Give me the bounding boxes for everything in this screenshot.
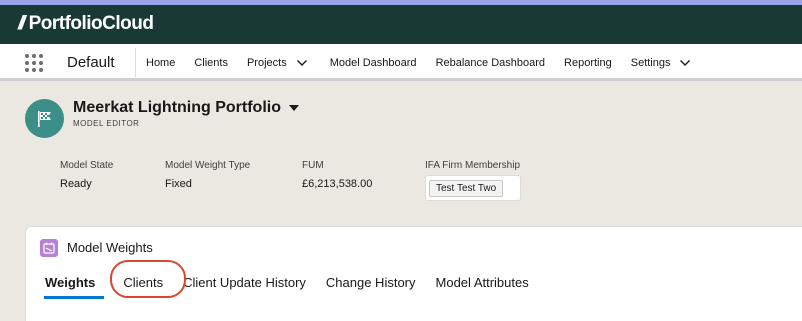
nav-item-rebalance-dashboard[interactable]: Rebalance Dashboard [436, 57, 545, 69]
calendar-icon [40, 239, 58, 257]
nav-item-label: Settings [630, 56, 671, 69]
nav-divider [135, 48, 136, 77]
field-value: Fixed [165, 178, 192, 190]
portfoliocloud-logo[interactable]: // PortfolioCloud [18, 12, 154, 36]
app-launcher-icon[interactable] [25, 54, 43, 72]
nav-item-home[interactable]: Home [146, 57, 175, 69]
nav-item-label: Home [146, 56, 176, 69]
field-label: Model Weight Type [165, 160, 251, 171]
nav-items: Home Clients Projects Model Dashboard Re… [146, 44, 713, 81]
app-name: Default [67, 54, 115, 71]
logo-text: PortfolioCloud [28, 13, 154, 34]
brand-bar: // PortfolioCloud [0, 5, 802, 44]
field-ifa-firm-membership: IFA Firm Membership Test Test Two [425, 160, 521, 201]
nav-item-settings[interactable]: Settings [631, 57, 692, 69]
record-title-text: Meerkat Lightning Portfolio [73, 99, 281, 116]
tab-change-history[interactable]: Change History [326, 267, 416, 299]
nav-item-model-dashboard[interactable]: Model Dashboard [330, 57, 417, 69]
chevron-down-icon[interactable] [679, 57, 691, 69]
field-value: Ready [60, 178, 92, 190]
membership-pill[interactable]: Test Test Two [429, 180, 504, 197]
tab-client-update-history[interactable]: Client Update History [183, 267, 306, 299]
field-fum: FUM £6,213,538.00 [302, 160, 372, 190]
nav-item-reporting[interactable]: Reporting [564, 57, 612, 69]
tab-model-attributes[interactable]: Model Attributes [436, 267, 529, 299]
field-label: IFA Firm Membership [425, 160, 521, 171]
global-navigation-bar: Default Home Clients Projects Model Dash… [0, 44, 802, 81]
card-title: Model Weights [67, 240, 153, 255]
field-label: Model State [60, 160, 114, 171]
nav-item-label: Projects [246, 56, 287, 69]
nav-item-clients[interactable]: Clients [194, 57, 228, 69]
nav-item-projects[interactable]: Projects [247, 57, 308, 69]
field-value: £6,213,538.00 [302, 178, 373, 190]
flag-icon [25, 99, 64, 138]
record-header: Meerkat Lightning Portfolio MODEL EDITOR… [0, 84, 802, 224]
logo-slash: // [18, 13, 25, 34]
caret-down-icon[interactable] [289, 105, 299, 111]
nav-item-label: Reporting [564, 56, 612, 69]
chevron-down-icon[interactable] [296, 57, 308, 69]
field-model-weight-type: Model Weight Type Fixed [165, 160, 250, 190]
nav-item-label: Rebalance Dashboard [435, 56, 546, 69]
record-subtitle: MODEL EDITOR [73, 119, 140, 128]
membership-box: Test Test Two [425, 175, 521, 201]
clients-tab-highlight [110, 260, 186, 298]
record-title[interactable]: Meerkat Lightning Portfolio [73, 99, 299, 117]
field-label: FUM [302, 160, 324, 171]
nav-item-label: Clients [194, 56, 228, 69]
field-model-state: Model State Ready [60, 160, 113, 190]
tab-weights[interactable]: Weights [43, 267, 105, 299]
nav-item-label: Model Dashboard [329, 56, 417, 69]
